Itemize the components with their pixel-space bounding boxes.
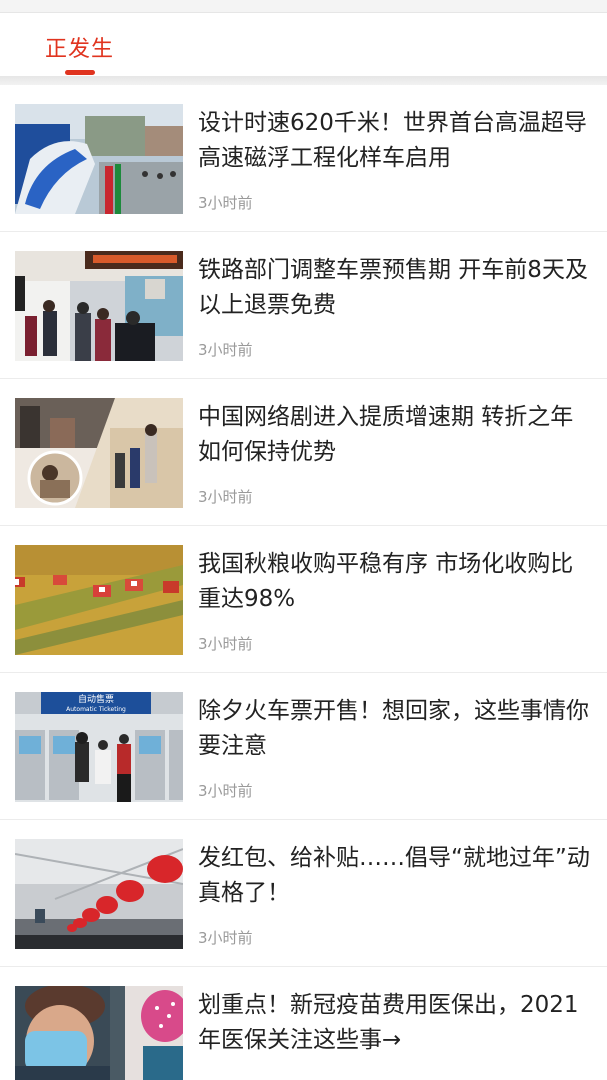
news-item[interactable]: 我国秋粮收购平稳有序 市场化收购比重达98% 3小时前: [0, 526, 607, 673]
tabbar-divider: [0, 76, 607, 85]
web-drama-collage-thumbnail[interactable]: [15, 398, 183, 508]
vaccination-thumbnail[interactable]: [15, 986, 183, 1080]
status-strip: [0, 0, 607, 13]
railway-ticket-hall-thumbnail[interactable]: [15, 251, 183, 361]
news-title: 除夕火车票开售！想回家，这些事情你要注意: [198, 698, 589, 759]
news-list: 设计时速620千米！世界首台高温超导高速磁浮工程化样车启用 3小时前 铁路部门调…: [0, 85, 607, 1080]
news-item[interactable]: 自动售票 Automatic Ticketing 除夕火车票开售！想回家，这些事…: [0, 673, 607, 820]
news-title: 中国网络剧进入提质增速期 转折之年如何保持优势: [198, 404, 574, 465]
tab-label: 正发生: [45, 37, 115, 62]
news-time: 3小时前: [198, 782, 253, 800]
news-item[interactable]: 划重点！新冠疫苗费用医保出，2021年医保关注这些事→: [0, 967, 607, 1080]
news-title: 设计时速620千米！世界首台高温超导高速磁浮工程化样车启用: [198, 110, 587, 171]
news-time: 3小时前: [198, 194, 253, 212]
news-item[interactable]: 中国网络剧进入提质增速期 转折之年如何保持优势 3小时前: [0, 379, 607, 526]
news-title: 铁路部门调整车票预售期 开车前8天及以上退票免费: [198, 257, 588, 318]
tab-happening-now[interactable]: 正发生: [40, 13, 120, 76]
ticket-sign-en-text: Automatic Ticketing: [66, 706, 126, 713]
news-item[interactable]: 铁路部门调整车票预售期 开车前8天及以上退票免费 3小时前: [0, 232, 607, 379]
red-lanterns-station-thumbnail[interactable]: [15, 839, 183, 949]
harvest-field-thumbnail[interactable]: [15, 545, 183, 655]
news-time: 3小时前: [198, 488, 253, 506]
news-time: 3小时前: [198, 635, 253, 653]
active-tab-indicator: [65, 70, 95, 75]
news-title: 我国秋粮收购平稳有序 市场化收购比重达98%: [198, 551, 574, 612]
maglev-train-thumbnail[interactable]: [15, 104, 183, 214]
ticket-machines-thumbnail[interactable]: 自动售票 Automatic Ticketing: [15, 692, 183, 802]
news-title: 发红包、给补贴……倡导“就地过年”动真格了！: [198, 845, 590, 906]
news-time: 3小时前: [198, 341, 253, 359]
channel-tab-bar: 正发生: [0, 13, 607, 76]
news-title: 划重点！新冠疫苗费用医保出，2021年医保关注这些事→: [198, 992, 579, 1053]
ticket-sign-text: 自动售票: [78, 693, 114, 705]
news-item[interactable]: 发红包、给补贴……倡导“就地过年”动真格了！ 3小时前: [0, 820, 607, 967]
news-item[interactable]: 设计时速620千米！世界首台高温超导高速磁浮工程化样车启用 3小时前: [0, 85, 607, 232]
news-time: 3小时前: [198, 929, 253, 947]
